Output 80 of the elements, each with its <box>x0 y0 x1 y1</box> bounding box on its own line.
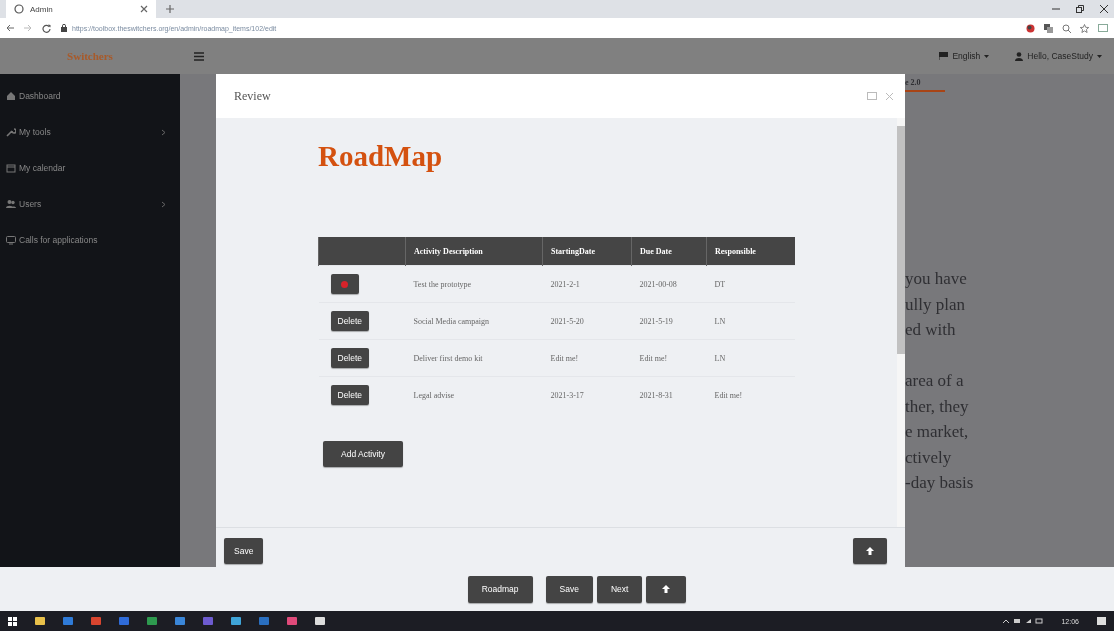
close-icon[interactable] <box>1100 5 1108 13</box>
minimize-icon[interactable] <box>1052 5 1060 13</box>
table-cell: Edit me! <box>542 339 632 377</box>
delete-button[interactable]: Delete <box>330 311 370 331</box>
table-cell: 2021-8-31 <box>631 376 707 413</box>
zoom-icon[interactable] <box>1062 23 1071 33</box>
column-header: Due Date <box>631 237 707 266</box>
browser-tab[interactable]: Admin <box>6 0 156 18</box>
page-text: e market, <box>905 421 970 443</box>
tray-icons-drawing <box>1003 618 1044 624</box>
column-header: StartingDate <box>542 237 632 266</box>
sidebar-item[interactable]: Users <box>0 186 180 222</box>
scrollbar-thumb[interactable] <box>897 126 905 354</box>
monitor-icon <box>6 235 16 245</box>
add-activity-button[interactable]: Add Activity <box>323 441 403 467</box>
extension-icon[interactable] <box>1026 23 1035 33</box>
next-button[interactable]: Next <box>596 575 643 603</box>
back-arrow-icon[interactable] <box>6 24 14 32</box>
calendar-icon <box>6 163 16 173</box>
sidebar-item[interactable]: Dashboard <box>0 78 180 114</box>
table-cell: Deliver first demo kit <box>405 339 543 377</box>
flag-icon <box>939 52 949 60</box>
app-icon[interactable] <box>315 616 325 626</box>
table-cell: Test the prototype <box>405 265 543 303</box>
start-icon[interactable] <box>8 616 17 626</box>
page-text: ully plan <box>905 293 966 316</box>
close-icon[interactable] <box>140 5 148 13</box>
save-button[interactable]: Save <box>224 538 264 564</box>
restore-icon[interactable] <box>1076 5 1084 13</box>
page-text: you have <box>905 268 968 290</box>
sidebar-item[interactable]: Calls for applications <box>0 222 180 258</box>
delete-button[interactable]: Delete <box>330 348 370 368</box>
sidebar-item[interactable]: My calendar <box>0 150 180 186</box>
app-icon[interactable] <box>35 616 45 626</box>
roadmap-button[interactable]: Roadmap <box>467 575 533 603</box>
column-header: Activity Description <box>405 237 543 266</box>
table-cell: Edit me! <box>706 376 795 413</box>
globe-icon <box>14 4 24 14</box>
up-arrow-icon <box>662 585 671 593</box>
page-text: ther, they <box>905 395 970 418</box>
lock-icon <box>61 24 67 32</box>
star-icon[interactable] <box>1080 23 1089 33</box>
app-icon[interactable] <box>231 616 241 626</box>
table-cell: 2021-3-17 <box>542 376 632 413</box>
dialog-title: Review <box>234 88 271 104</box>
page-text: -day basis <box>905 472 975 494</box>
column-header: Responsible <box>706 237 795 266</box>
table-cell: LN <box>706 339 795 377</box>
page-text: ed with <box>905 319 957 341</box>
delete-button[interactable]: Delete <box>330 385 370 405</box>
table-cell: Social Media campaign <box>405 302 543 340</box>
language-menu[interactable]: English <box>939 51 990 61</box>
table-cell: Edit me! <box>631 339 707 377</box>
sidebar-item[interactable]: My tools <box>0 114 180 150</box>
home-icon <box>6 91 16 101</box>
table-cell: 2021-2-1 <box>542 265 632 303</box>
roadmap-heading: RoadMap <box>318 140 443 173</box>
table-cell: DT <box>706 265 795 303</box>
table-cell: 2021-5-20 <box>542 302 632 340</box>
table-cell: Legal advise <box>405 376 543 413</box>
users-icon <box>6 199 16 209</box>
scroll-top-button[interactable] <box>853 538 887 564</box>
user-menu[interactable]: Hello, CaseStudy <box>1015 51 1102 61</box>
reload-icon[interactable] <box>42 23 51 33</box>
table-cell: 2021-00-08 <box>631 265 707 303</box>
page-text: area of a <box>905 370 965 392</box>
up-arrow-icon <box>866 547 874 555</box>
menu-icon[interactable] <box>194 51 204 61</box>
table-cell: 2021-5-19 <box>631 302 707 340</box>
scroll-top-button[interactable] <box>646 575 687 603</box>
user-icon <box>1015 51 1024 61</box>
page-text: ctively <box>905 446 953 469</box>
save-button[interactable]: Save <box>545 575 593 603</box>
caret-icon <box>1097 54 1102 58</box>
dot-icon <box>341 280 348 288</box>
table-cell: LN <box>706 302 795 340</box>
wrench-icon <box>6 127 16 137</box>
delete-button[interactable] <box>330 274 359 294</box>
new-tab-icon[interactable] <box>166 5 174 13</box>
caret-icon <box>984 54 990 58</box>
